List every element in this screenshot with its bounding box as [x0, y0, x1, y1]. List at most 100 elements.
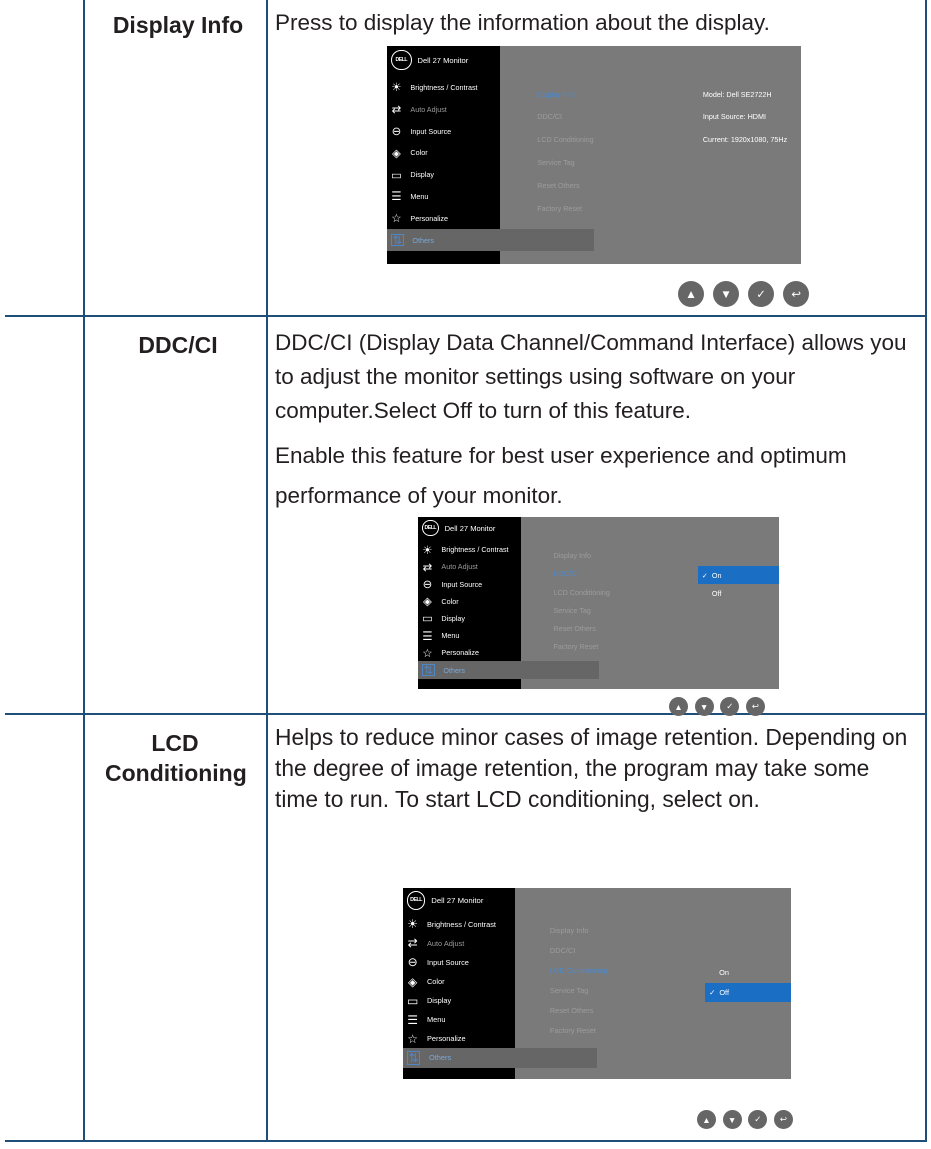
- osd-submenu-item[interactable]: Reset Others: [550, 1006, 594, 1015]
- osd-submenu-item[interactable]: DDC/CI: [550, 946, 575, 955]
- osd-title-bar: DELL Dell 27 Monitor: [403, 888, 791, 913]
- osd-menu-item[interactable]: ◈ Color: [387, 142, 500, 164]
- osd-menu-item[interactable]: ☰ Menu: [387, 186, 500, 208]
- up-button[interactable]: ▲: [678, 281, 704, 307]
- osd-title: Dell 27 Monitor: [444, 523, 496, 533]
- down-icon: ▼: [720, 287, 732, 301]
- check-icon: ✓: [756, 288, 767, 301]
- osd-menu-label: Others: [428, 1053, 452, 1063]
- osd-menu-label: Input Source: [441, 579, 483, 589]
- row-description: Helps to reduce minor cases of image ret…: [275, 722, 915, 815]
- check-button[interactable]: ✓: [748, 1110, 768, 1129]
- osd-submenu-item[interactable]: Service Tag: [553, 606, 590, 615]
- row-description: DDC/CI (Display Data Channel/Command Int…: [275, 326, 923, 516]
- down-icon: ▼: [727, 1114, 737, 1125]
- menu-icon: ☰: [407, 1012, 418, 1027]
- dell-logo: DELL: [422, 519, 439, 537]
- check-button[interactable]: ✓: [748, 281, 775, 307]
- osd-submenu-item[interactable]: DDC/CI: [553, 569, 578, 578]
- back-button[interactable]: ↩: [783, 281, 810, 307]
- osd-option-label: On: [711, 570, 722, 580]
- osd-submenu-item[interactable]: DDC/CI: [537, 112, 562, 121]
- osd-submenu-item[interactable]: Display Info: [550, 926, 589, 935]
- auto-adjust-icon: ⇄: [391, 104, 402, 117]
- osd-nav-buttons: ▲ ▼ ✓ ↩: [678, 281, 818, 307]
- osd-menu-item[interactable]: ◈ Color: [418, 593, 521, 610]
- table-rule: [83, 0, 85, 1142]
- osd-screenshot: DELL Dell 27 Monitor ☀ Brightness / Contras…: [387, 46, 801, 264]
- osd-title: Dell 27 Monitor: [431, 895, 484, 905]
- osd-submenu-item[interactable]: Reset Others: [537, 181, 579, 190]
- osd-screenshot: DELL Dell 27 Monitor ☀ Brightness / Contras…: [403, 888, 791, 1079]
- osd-submenu-item[interactable]: Service Tag: [550, 986, 588, 995]
- osd-menu-item[interactable]: ☆ Personalize: [387, 207, 500, 229]
- color-icon: ◈: [407, 974, 418, 989]
- up-button[interactable]: ▲: [669, 697, 688, 716]
- osd-submenu-item[interactable]: LCD Conditioning: [550, 966, 608, 975]
- osd-menu-item[interactable]: ⇄ Auto Adjust: [403, 934, 515, 953]
- osd-info-value: Input Source: HDMI: [702, 112, 766, 122]
- brightness-icon: ☀: [407, 917, 418, 932]
- osd-submenu-item[interactable]: Service Tag: [537, 158, 574, 167]
- osd-menu-item[interactable]: ⊖ Input Source: [403, 953, 515, 972]
- osd-info-value: Model: Dell SE2722H: [702, 89, 772, 99]
- osd-submenu-item[interactable]: Display Info: [553, 551, 591, 560]
- osd-menu-label: Brightness / Contrast: [410, 82, 478, 92]
- back-button[interactable]: ↩: [773, 1110, 793, 1129]
- osd-menu-label: Auto Adjust: [441, 562, 478, 572]
- back-icon: ↩: [779, 1114, 787, 1124]
- down-button[interactable]: ▼: [722, 1110, 742, 1129]
- others-icon: ⇅: [391, 233, 404, 248]
- personalize-icon: ☆: [407, 1031, 418, 1046]
- osd-menu-item[interactable]: ☰ Menu: [403, 1010, 515, 1029]
- auto-adjust-icon: ⇄: [422, 561, 433, 574]
- osd-menu-item[interactable]: ☀ Brightness / Contrast: [418, 541, 521, 558]
- osd-submenu-item[interactable]: Factory Reset: [553, 642, 598, 651]
- osd-option[interactable]: On: [705, 963, 791, 982]
- osd-option[interactable]: ✓ Off: [705, 983, 791, 1003]
- osd-submenu-item[interactable]: Reset Others: [553, 624, 595, 633]
- osd-menu-item[interactable]: ☆ Personalize: [403, 1029, 515, 1048]
- osd-submenu-item[interactable]: LCD Conditioning: [553, 588, 609, 597]
- osd-submenu-item[interactable]: Factory Reset: [550, 1026, 596, 1035]
- osd-menu-item[interactable]: ☆ Personalize: [418, 644, 521, 661]
- osd-menu-item[interactable]: ☰ Menu: [418, 627, 521, 644]
- osd-submenu-item[interactable]: LCD Conditioning: [537, 135, 593, 144]
- osd-menu-item[interactable]: ⇅ Others: [387, 229, 594, 251]
- down-icon: ▼: [699, 701, 709, 712]
- brightness-icon: ☀: [391, 82, 402, 95]
- osd-menu-item[interactable]: ⇄ Auto Adjust: [387, 98, 500, 120]
- table-rule: [925, 0, 927, 1142]
- osd-option[interactable]: ✓ On: [697, 566, 779, 584]
- osd-menu-item[interactable]: ⊖ Input Source: [387, 120, 500, 142]
- osd-option[interactable]: Off: [698, 585, 779, 602]
- row-label-display-info: Display Info: [112, 12, 244, 38]
- osd-nav-buttons: ▲ ▼ ✓ ↩: [669, 697, 772, 716]
- check-button[interactable]: ✓: [720, 697, 740, 716]
- down-button[interactable]: ▼: [713, 281, 740, 307]
- osd-menu-item[interactable]: ☀ Brightness / Contrast: [403, 915, 515, 934]
- table-rule: [5, 315, 927, 317]
- osd-menu-item[interactable]: ▭ Display: [387, 164, 500, 186]
- table-rule: [5, 713, 927, 715]
- osd-menu-item[interactable]: ▭ Display: [403, 991, 515, 1010]
- back-button[interactable]: ↩: [745, 697, 765, 716]
- osd-menu-item[interactable]: ⊖ Input Source: [418, 575, 521, 592]
- osd-menu-item[interactable]: ☀ Brightness / Contrast: [387, 77, 500, 99]
- osd-option-label: Off: [711, 588, 722, 598]
- osd-menu-label: Personalize: [410, 213, 448, 223]
- osd-menu-label: Others: [443, 665, 465, 675]
- osd-menu-item[interactable]: ◈ Color: [403, 972, 515, 991]
- up-button[interactable]: ▲: [697, 1110, 716, 1129]
- osd-menu-item[interactable]: ⇄ Auto Adjust: [418, 558, 521, 575]
- osd-submenu-item[interactable]: Factory Reset: [537, 204, 582, 213]
- osd-menu-item[interactable]: ▭ Display: [418, 610, 521, 627]
- color-icon: ◈: [391, 147, 401, 160]
- osd-submenu-item[interactable]: Display Info: [537, 90, 575, 99]
- osd-menu-item[interactable]: ⇅ Others: [418, 661, 599, 679]
- osd-menu-label: Input Source: [426, 957, 469, 967]
- down-button[interactable]: ▼: [694, 697, 714, 716]
- osd-menu-item[interactable]: ⇅ Others: [403, 1048, 597, 1068]
- checkmark-icon: ✓: [709, 988, 716, 998]
- color-icon: ◈: [422, 596, 432, 609]
